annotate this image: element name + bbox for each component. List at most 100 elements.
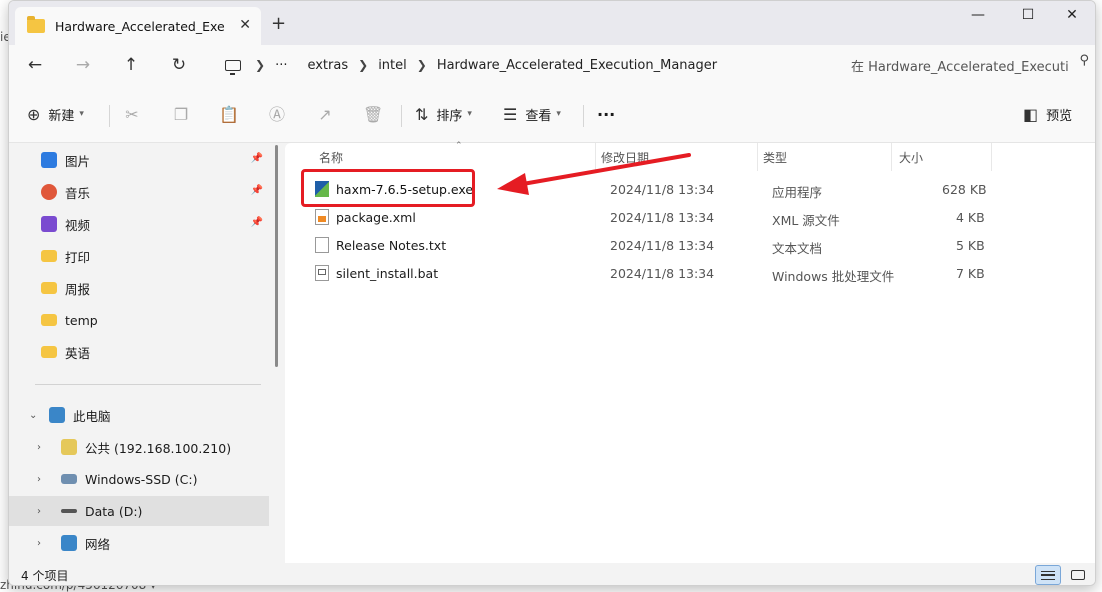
new-tab-button[interactable]: + — [271, 13, 286, 34]
sidebar-item-this-pc[interactable]: ⌄ 此电脑 — [9, 400, 269, 430]
sidebar-item-folder[interactable]: temp — [9, 305, 269, 335]
breadcrumb-overflow[interactable]: ··· — [275, 58, 287, 73]
up-button[interactable]: ↑ — [119, 53, 143, 77]
sidebar-item-label: Windows-SSD (C:) — [85, 471, 198, 487]
plus-circle-icon: ⊕ — [27, 104, 41, 124]
sidebar-item-folder[interactable]: 周报 — [9, 273, 269, 303]
chevron-down-icon: ▾ — [467, 109, 472, 119]
maximize-button[interactable]: ☐ — [1005, 7, 1051, 27]
table-row[interactable]: Release Notes.txt 2024/11/8 13:34 文本文档 5… — [299, 231, 1079, 259]
file-type: 文本文档 — [772, 241, 823, 256]
arrow-annotation-icon — [497, 153, 691, 195]
file-date: 2024/11/8 13:34 — [610, 238, 715, 253]
breadcrumb-extras[interactable]: extras — [307, 58, 348, 73]
file-type: Windows 批处理文件 — [772, 269, 895, 284]
pin-icon: 📌 — [250, 185, 263, 196]
preview-label: 预览 — [1046, 108, 1073, 124]
view-button[interactable]: ☰ 查看 ▾ — [503, 103, 561, 125]
toolbar-divider — [401, 105, 402, 127]
file-size: 628 KB — [942, 182, 987, 197]
video-icon — [41, 216, 57, 232]
search-input[interactable]: 在 Hardware_Accelerated_Executi — [839, 49, 1095, 81]
search-placeholder: 在 Hardware_Accelerated_Executi — [851, 59, 1069, 75]
navigation-bar: ← → ↑ ↻ ❯ ··· extras ❯ intel ❯ Hardware_… — [9, 45, 1095, 85]
sidebar-item-network[interactable]: › 网络 — [9, 528, 269, 558]
column-header-type[interactable]: 类型 — [763, 143, 787, 171]
chevron-down-icon: ▾ — [556, 109, 561, 119]
column-divider — [891, 143, 892, 171]
folder-icon — [41, 314, 57, 326]
explorer-tab[interactable]: Hardware_Accelerated_Executi ✕ — [15, 7, 261, 45]
tiles-view-button[interactable] — [1065, 565, 1091, 585]
more-options-button[interactable]: ··· — [597, 103, 615, 125]
sort-icon: ⇅ — [415, 104, 429, 124]
pin-icon: 📌 — [250, 153, 263, 164]
sidebar-item-d-drive[interactable]: › Data (D:) — [9, 496, 269, 526]
chevron-down-icon: ▾ — [79, 109, 84, 119]
rename-icon[interactable]: Ⓐ — [267, 105, 287, 125]
navigation-pane: 图片 📌 音乐 📌 视频 📌 打印 周报 temp 英语 ⌄ 此电脑 › 公共 … — [9, 143, 279, 552]
preview-button[interactable]: ◧ 预览 — [1023, 103, 1072, 125]
file-name: Release Notes.txt — [336, 238, 447, 253]
breadcrumb-haxm[interactable]: Hardware_Accelerated_Execution_Manager — [437, 58, 717, 73]
cut-icon[interactable]: ✂ — [122, 105, 142, 125]
minimize-button[interactable]: — — [955, 7, 1001, 27]
view-icon: ☰ — [503, 104, 518, 124]
sidebar-item-folder[interactable]: 打印 — [9, 241, 269, 271]
sidebar-item-pictures[interactable]: 图片 📌 — [9, 145, 269, 175]
sidebar-scrollbar[interactable] — [275, 145, 278, 367]
file-name: silent_install.bat — [336, 266, 439, 281]
sidebar-item-label: 周报 — [65, 281, 91, 297]
paste-icon[interactable]: 📋 — [219, 105, 239, 125]
sidebar-item-label: 英语 — [65, 345, 91, 361]
sidebar-item-label: 视频 — [65, 217, 91, 233]
back-button[interactable]: ← — [23, 53, 47, 77]
details-view-button[interactable] — [1035, 565, 1061, 585]
computer-icon — [49, 407, 65, 423]
sidebar-item-network-share[interactable]: › 公共 (192.168.100.210) — [9, 432, 269, 462]
chevron-right-icon: ❯ — [416, 58, 427, 72]
sidebar-item-music[interactable]: 音乐 📌 — [9, 177, 269, 207]
delete-icon[interactable]: 🗑 — [363, 105, 383, 125]
sidebar-item-label: 公共 (192.168.100.210) — [85, 440, 232, 456]
sidebar-item-label: 音乐 — [65, 185, 91, 201]
sidebar-item-label: 图片 — [65, 153, 91, 169]
table-row[interactable]: silent_install.bat 2024/11/8 13:34 Windo… — [299, 259, 1079, 287]
new-button[interactable]: ⊕ 新建 ▾ — [27, 103, 84, 125]
copy-icon[interactable]: ❐ — [171, 105, 191, 125]
computer-icon — [225, 59, 241, 75]
table-row[interactable]: package.xml 2024/11/8 13:34 XML 源文件 4 KB — [299, 203, 1079, 231]
details-view-icon — [1041, 571, 1055, 580]
chevron-right-icon: › — [37, 441, 41, 453]
pin-icon: 📌 — [250, 217, 263, 228]
sort-ascending-icon: ⌃ — [455, 141, 463, 151]
share-icon[interactable]: ↗ — [315, 105, 335, 125]
chevron-right-icon: › — [37, 505, 41, 517]
sort-label: 排序 — [436, 108, 463, 124]
network-drive-icon — [61, 439, 77, 455]
file-explorer-window: Hardware_Accelerated_Executi ✕ + — ☐ ✕ ←… — [8, 0, 1096, 586]
toolbar-divider — [109, 105, 110, 127]
sidebar-item-video[interactable]: 视频 📌 — [9, 209, 269, 239]
tab-close-icon[interactable]: ✕ — [239, 17, 251, 33]
refresh-button[interactable]: ↻ — [167, 53, 191, 77]
view-label: 查看 — [525, 108, 552, 124]
column-header-size[interactable]: 大小 — [899, 143, 923, 171]
item-count: 4 个项目 — [21, 569, 69, 583]
sidebar-item-folder[interactable]: 英语 — [9, 337, 269, 367]
folder-icon — [41, 282, 57, 294]
network-icon — [61, 535, 77, 551]
breadcrumb-intel[interactable]: intel — [378, 58, 407, 73]
search-icon[interactable]: ⚲ — [1079, 53, 1089, 68]
sort-button[interactable]: ⇅ 排序 ▾ — [415, 103, 472, 125]
forward-button[interactable]: → — [71, 53, 95, 77]
column-header-name[interactable]: 名称 — [319, 143, 343, 171]
column-divider — [991, 143, 992, 171]
sidebar-item-c-drive[interactable]: › Windows-SSD (C:) — [9, 464, 269, 494]
sidebar-item-label: temp — [65, 312, 98, 328]
tiles-view-icon — [1071, 570, 1085, 580]
system-drive-icon — [61, 474, 77, 484]
close-button[interactable]: ✕ — [1049, 7, 1095, 27]
sidebar-item-label: 此电脑 — [73, 408, 111, 424]
address-bar[interactable]: ❯ ··· extras ❯ intel ❯ Hardware_Accelera… — [213, 49, 829, 81]
